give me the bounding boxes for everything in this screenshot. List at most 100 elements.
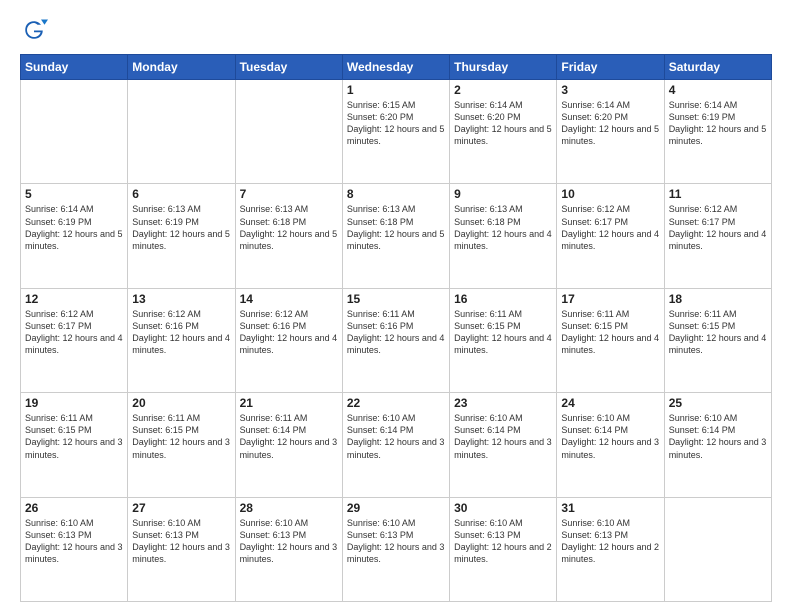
calendar-cell: 16 Sunrise: 6:11 AMSunset: 6:15 PMDayligh… [450, 288, 557, 392]
calendar-cell: 19 Sunrise: 6:11 AMSunset: 6:15 PMDayligh… [21, 393, 128, 497]
day-number: 8 [347, 187, 445, 201]
week-row-1: 1 Sunrise: 6:15 AMSunset: 6:20 PMDaylight… [21, 80, 772, 184]
cell-info: Sunrise: 6:10 AMSunset: 6:13 PMDaylight:… [454, 517, 552, 566]
cell-info: Sunrise: 6:14 AMSunset: 6:20 PMDaylight:… [454, 99, 552, 148]
cell-info: Sunrise: 6:11 AMSunset: 6:15 PMDaylight:… [132, 412, 230, 461]
cell-info: Sunrise: 6:12 AMSunset: 6:17 PMDaylight:… [25, 308, 123, 357]
day-number: 24 [561, 396, 659, 410]
cell-info: Sunrise: 6:10 AMSunset: 6:13 PMDaylight:… [132, 517, 230, 566]
cell-info: Sunrise: 6:10 AMSunset: 6:13 PMDaylight:… [25, 517, 123, 566]
cell-info: Sunrise: 6:14 AMSunset: 6:20 PMDaylight:… [561, 99, 659, 148]
logo-icon [20, 16, 48, 44]
day-number: 29 [347, 501, 445, 515]
day-number: 9 [454, 187, 552, 201]
cell-info: Sunrise: 6:10 AMSunset: 6:13 PMDaylight:… [347, 517, 445, 566]
calendar-cell: 30 Sunrise: 6:10 AMSunset: 6:13 PMDayligh… [450, 497, 557, 601]
cell-info: Sunrise: 6:14 AMSunset: 6:19 PMDaylight:… [25, 203, 123, 252]
calendar-cell: 31Sunrise: 6:10 AMSunset: 6:13 PMDayligh… [557, 497, 664, 601]
calendar-cell: 28 Sunrise: 6:10 AMSunset: 6:13 PMDayligh… [235, 497, 342, 601]
day-number: 28 [240, 501, 338, 515]
calendar-table: SundayMondayTuesdayWednesdayThursdayFrid… [20, 54, 772, 602]
day-header-thursday: Thursday [450, 55, 557, 80]
cell-info: Sunrise: 6:11 AMSunset: 6:16 PMDaylight:… [347, 308, 445, 357]
calendar-cell: 21Sunrise: 6:11 AMSunset: 6:14 PMDayligh… [235, 393, 342, 497]
day-number: 16 [454, 292, 552, 306]
day-number: 14 [240, 292, 338, 306]
cell-info: Sunrise: 6:10 AMSunset: 6:14 PMDaylight:… [454, 412, 552, 461]
week-row-2: 5Sunrise: 6:14 AMSunset: 6:19 PMDaylight… [21, 184, 772, 288]
day-number: 18 [669, 292, 767, 306]
day-number: 23 [454, 396, 552, 410]
calendar-cell: 14 Sunrise: 6:12 AMSunset: 6:16 PMDayligh… [235, 288, 342, 392]
week-row-4: 19 Sunrise: 6:11 AMSunset: 6:15 PMDayligh… [21, 393, 772, 497]
calendar-cell: 6 Sunrise: 6:13 AMSunset: 6:19 PMDaylight… [128, 184, 235, 288]
cell-info: Sunrise: 6:12 AMSunset: 6:16 PMDaylight:… [240, 308, 338, 357]
calendar-cell: 29 Sunrise: 6:10 AMSunset: 6:13 PMDayligh… [342, 497, 449, 601]
day-number: 10 [561, 187, 659, 201]
calendar-cell: 20 Sunrise: 6:11 AMSunset: 6:15 PMDayligh… [128, 393, 235, 497]
calendar-cell: 23 Sunrise: 6:10 AMSunset: 6:14 PMDayligh… [450, 393, 557, 497]
calendar-cell: 25 Sunrise: 6:10 AMSunset: 6:14 PMDayligh… [664, 393, 771, 497]
day-number: 12 [25, 292, 123, 306]
calendar-cell: 22 Sunrise: 6:10 AMSunset: 6:14 PMDayligh… [342, 393, 449, 497]
calendar-cell: 13 Sunrise: 6:12 AMSunset: 6:16 PMDayligh… [128, 288, 235, 392]
day-number: 11 [669, 187, 767, 201]
day-number: 15 [347, 292, 445, 306]
logo [20, 16, 52, 44]
calendar-cell: 1 Sunrise: 6:15 AMSunset: 6:20 PMDaylight… [342, 80, 449, 184]
calendar-cell: 8Sunrise: 6:13 AMSunset: 6:18 PMDaylight… [342, 184, 449, 288]
cell-info: Sunrise: 6:12 AMSunset: 6:17 PMDaylight:… [561, 203, 659, 252]
page: SundayMondayTuesdayWednesdayThursdayFrid… [0, 0, 792, 612]
day-number: 7 [240, 187, 338, 201]
cell-info: Sunrise: 6:15 AMSunset: 6:20 PMDaylight:… [347, 99, 445, 148]
day-number: 2 [454, 83, 552, 97]
calendar-cell: 5Sunrise: 6:14 AMSunset: 6:19 PMDaylight… [21, 184, 128, 288]
calendar-cell: 24 Sunrise: 6:10 AMSunset: 6:14 PMDayligh… [557, 393, 664, 497]
calendar-cell: 10 Sunrise: 6:12 AMSunset: 6:17 PMDayligh… [557, 184, 664, 288]
cell-info: Sunrise: 6:10 AMSunset: 6:14 PMDaylight:… [561, 412, 659, 461]
cell-info: Sunrise: 6:12 AMSunset: 6:16 PMDaylight:… [132, 308, 230, 357]
day-header-saturday: Saturday [664, 55, 771, 80]
cell-info: Sunrise: 6:13 AMSunset: 6:19 PMDaylight:… [132, 203, 230, 252]
calendar-cell: 4 Sunrise: 6:14 AMSunset: 6:19 PMDaylight… [664, 80, 771, 184]
calendar-cell [664, 497, 771, 601]
cell-info: Sunrise: 6:11 AMSunset: 6:15 PMDaylight:… [669, 308, 767, 357]
day-number: 30 [454, 501, 552, 515]
day-number: 19 [25, 396, 123, 410]
day-number: 17 [561, 292, 659, 306]
cell-info: Sunrise: 6:10 AMSunset: 6:13 PMDaylight:… [240, 517, 338, 566]
day-number: 1 [347, 83, 445, 97]
cell-info: Sunrise: 6:11 AMSunset: 6:15 PMDaylight:… [25, 412, 123, 461]
calendar-cell: 12 Sunrise: 6:12 AMSunset: 6:17 PMDayligh… [21, 288, 128, 392]
cell-info: Sunrise: 6:10 AMSunset: 6:14 PMDaylight:… [669, 412, 767, 461]
day-number: 25 [669, 396, 767, 410]
week-row-5: 26Sunrise: 6:10 AMSunset: 6:13 PMDayligh… [21, 497, 772, 601]
calendar-header-row: SundayMondayTuesdayWednesdayThursdayFrid… [21, 55, 772, 80]
calendar-cell [235, 80, 342, 184]
day-number: 27 [132, 501, 230, 515]
day-header-friday: Friday [557, 55, 664, 80]
calendar-cell: 2 Sunrise: 6:14 AMSunset: 6:20 PMDaylight… [450, 80, 557, 184]
day-number: 22 [347, 396, 445, 410]
day-number: 4 [669, 83, 767, 97]
day-number: 3 [561, 83, 659, 97]
day-header-wednesday: Wednesday [342, 55, 449, 80]
day-number: 13 [132, 292, 230, 306]
cell-info: Sunrise: 6:11 AMSunset: 6:15 PMDaylight:… [454, 308, 552, 357]
day-header-sunday: Sunday [21, 55, 128, 80]
calendar-cell: 18 Sunrise: 6:11 AMSunset: 6:15 PMDayligh… [664, 288, 771, 392]
calendar-cell: 7 Sunrise: 6:13 AMSunset: 6:18 PMDaylight… [235, 184, 342, 288]
calendar-cell: 9 Sunrise: 6:13 AMSunset: 6:18 PMDaylight… [450, 184, 557, 288]
calendar-cell: 27 Sunrise: 6:10 AMSunset: 6:13 PMDayligh… [128, 497, 235, 601]
calendar-cell: 17 Sunrise: 6:11 AMSunset: 6:15 PMDayligh… [557, 288, 664, 392]
cell-info: Sunrise: 6:13 AMSunset: 6:18 PMDaylight:… [454, 203, 552, 252]
day-number: 6 [132, 187, 230, 201]
cell-info: Sunrise: 6:10 AMSunset: 6:14 PMDaylight:… [347, 412, 445, 461]
day-number: 20 [132, 396, 230, 410]
cell-info: Sunrise: 6:14 AMSunset: 6:19 PMDaylight:… [669, 99, 767, 148]
calendar-cell: 3 Sunrise: 6:14 AMSunset: 6:20 PMDaylight… [557, 80, 664, 184]
cell-info: Sunrise: 6:13 AMSunset: 6:18 PMDaylight:… [240, 203, 338, 252]
day-number: 21 [240, 396, 338, 410]
week-row-3: 12 Sunrise: 6:12 AMSunset: 6:17 PMDayligh… [21, 288, 772, 392]
cell-info: Sunrise: 6:11 AMSunset: 6:15 PMDaylight:… [561, 308, 659, 357]
